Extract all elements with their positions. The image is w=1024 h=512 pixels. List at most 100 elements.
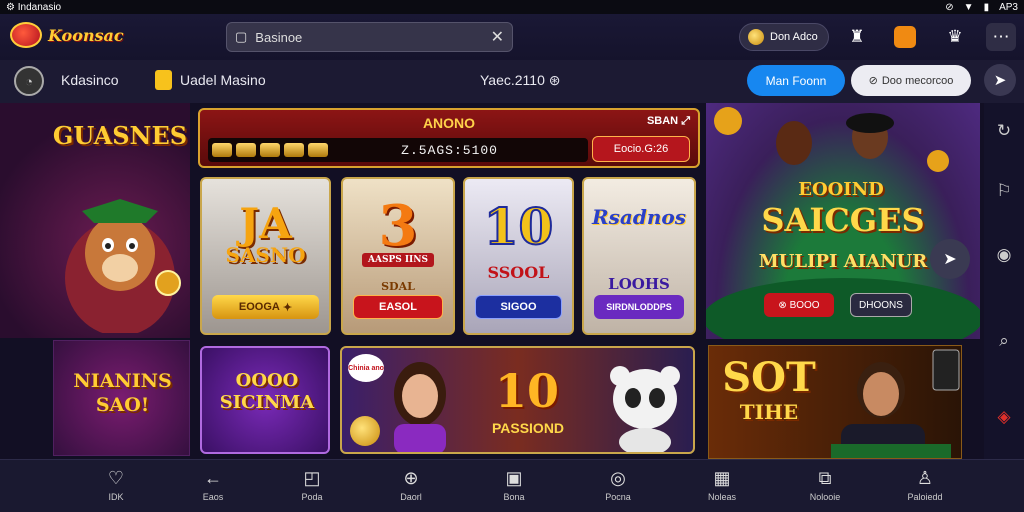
chip-icon: ⊗ <box>778 299 787 311</box>
profile-group-icon[interactable]: ♜ <box>842 23 872 51</box>
balance-readout: Yaec.2110 ⊛ <box>480 72 561 88</box>
card-3-button[interactable]: SIGOO <box>475 295 562 319</box>
featured-game-right-top[interactable]: EOOIND SAICGES MULIPI AIANUR ⊗ BOOO DHOO… <box>706 103 980 339</box>
chip-icon <box>308 143 328 157</box>
nav-item-4[interactable]: ⊕ Daorl <box>381 466 441 502</box>
left-bottom-title: NIANINS SAO! <box>73 370 172 416</box>
window-icon: ◰ <box>303 468 321 488</box>
bottom-nav: ♡ IDK ← Eaos ◰ Poda ⊕ Daorl ▣ Bona ◎ Poc… <box>0 459 1024 512</box>
clear-search-icon[interactable]: ✕ <box>491 27 504 47</box>
game-card-4[interactable]: Rsadnos LOOHS SIRDNLODDPS <box>582 177 696 335</box>
player-illustration <box>831 349 960 458</box>
chip-icon <box>212 143 232 157</box>
jackpot-banner: ANONO SBAN ⤢ Z.5AGS:5100 Eocio.G:26 <box>198 108 700 168</box>
right-top-button-1[interactable]: ⊗ BOOO <box>764 293 834 317</box>
square-icon: ▣ <box>505 468 523 488</box>
share-icon[interactable]: ➤ <box>930 239 970 279</box>
featured-game-left-bottom[interactable]: NIANINS SAO! <box>53 340 190 456</box>
featured-game-left-top[interactable]: GUASNES ✕ <box>0 103 190 338</box>
trophy-icon[interactable]: ♛ <box>940 23 970 51</box>
star-icon: ✦ <box>282 301 293 314</box>
status-left-text: Indanasio <box>17 1 62 13</box>
search-icon: ▢ <box>235 29 248 44</box>
nav-item-7[interactable]: ▦ Noleas <box>692 466 752 502</box>
card-5-title: OOOO SICINMA <box>219 370 315 413</box>
expand-icon: ⤢ <box>681 115 690 127</box>
battery-icon: ▮ <box>983 1 990 13</box>
card-2-sub: AASPS IINS <box>343 253 453 267</box>
card-1-big: JA <box>239 199 292 248</box>
featured-game-right-bottom[interactable]: SOT TIHE <box>708 345 962 459</box>
secondary-action-button[interactable]: ⊘ Doo mecorcoo <box>851 65 971 96</box>
card-6-sub: PASSIOND <box>491 420 565 436</box>
account-avatar-icon[interactable]: ◔ <box>14 66 44 96</box>
card-1-sub: SASNO <box>225 243 306 267</box>
nav-item-3[interactable]: ◰ Poda <box>282 466 342 502</box>
jackpot-button[interactable]: Eocio.G:26 <box>592 136 690 162</box>
heart-icon: ♡ <box>107 468 125 488</box>
mascot-illustration <box>65 199 181 333</box>
search-input[interactable] <box>255 29 483 45</box>
jackpot-title: ANONO <box>422 115 476 131</box>
game-card-2[interactable]: 3 AASPS IINS SDAL EASOL <box>341 177 455 335</box>
right-top-button-2[interactable]: DHOONS <box>850 293 912 317</box>
more-menu-icon[interactable]: ⋯ <box>986 23 1016 51</box>
casino-badge-icon <box>155 70 172 90</box>
card-2-mid: SDAL <box>381 280 415 293</box>
coin-icon <box>748 29 764 45</box>
panda-mascot-illustration <box>610 366 680 452</box>
coin-icon <box>350 416 380 446</box>
right-bottom-sub: TIHE <box>739 400 799 424</box>
search-icon[interactable]: ⌕ <box>990 327 1018 355</box>
back-icon: ← <box>204 468 222 488</box>
chip-icon <box>260 143 280 157</box>
brand-logo[interactable]: Koonsac <box>10 22 124 48</box>
jackpot-value: Z.5AGS:5100 <box>401 142 498 158</box>
game-card-6[interactable]: Chinia ano 10 PASSIOND <box>340 346 695 454</box>
chip-icon <box>236 143 256 157</box>
jackpot-corner-label: SBAN ⤢ <box>646 115 690 127</box>
card-2-button[interactable]: EASOL <box>353 295 443 319</box>
globe-icon: ⊕ <box>403 468 419 488</box>
host-illustration <box>394 362 446 452</box>
card-4-button[interactable]: SIRDNLODDPS <box>594 295 684 319</box>
card-6-badge: Chinia ano <box>348 354 384 382</box>
coin-balance-button[interactable]: Don Adco <box>739 23 829 51</box>
nav-item-1[interactable]: ♡ IDK <box>86 466 146 502</box>
nav-item-9[interactable]: ♙ Paloiedd <box>895 466 955 502</box>
right-top-title-1: EOOIND <box>798 179 884 200</box>
game-card-3[interactable]: 10 SSOOL SIGOO <box>463 177 574 335</box>
left-top-title: GUASNES <box>52 121 188 150</box>
refresh-icon[interactable]: ↻ <box>990 117 1018 145</box>
right-bottom-title: SOT <box>722 354 816 401</box>
game-card-5[interactable]: OOOO SICINMA <box>200 346 330 454</box>
primary-action-button[interactable]: Man Foonn <box>747 65 845 96</box>
account-name: Kdasinco <box>61 72 119 88</box>
target-icon: ◎ <box>610 468 626 488</box>
game-card-1[interactable]: JA SASNO EOOGA ✦ <box>200 177 331 335</box>
sub-bar: ◔ Kdasinco Uadel Masino Yaec.2110 ⊛ Man … <box>0 60 1024 103</box>
alert-icon[interactable]: ◈ <box>990 403 1018 431</box>
nav-item-6[interactable]: ◎ Pocna <box>588 466 648 502</box>
card-4-sub: LOOHS <box>608 275 670 293</box>
nav-item-2[interactable]: ← Eaos <box>183 466 243 502</box>
grid-icon: ▦ <box>713 468 731 488</box>
search-bar: ▢ ✕ <box>226 22 513 52</box>
card-1-button[interactable]: EOOGA ✦ <box>212 295 319 319</box>
chat-icon[interactable]: ◉ <box>990 241 1018 269</box>
signal-icon: ⊘ <box>945 1 954 13</box>
logo-text: Koonsac <box>48 25 124 45</box>
jackpot-counter: Z.5AGS:5100 <box>208 138 588 162</box>
navigate-arrow-icon[interactable]: ➤ <box>984 64 1016 96</box>
card-3-big: 10 <box>483 196 555 257</box>
right-top-title-2: SAICGES <box>761 201 925 239</box>
nav-item-8[interactable]: ⧉ Nolooie <box>795 466 855 502</box>
card-3-sub: SSOOL <box>487 263 550 282</box>
card-2-big: 3 <box>378 193 418 259</box>
gift-icon[interactable] <box>890 23 920 51</box>
top-bar: Koonsac ▢ ✕ Don Adco ♜ ♛ ⋯ <box>0 14 1024 60</box>
casino-label[interactable]: Uadel Masino <box>180 72 266 88</box>
coin-label: Don Adco <box>770 31 818 43</box>
nav-item-5[interactable]: ▣ Bona <box>484 466 544 502</box>
flag-icon[interactable]: ⚐ <box>990 177 1018 205</box>
